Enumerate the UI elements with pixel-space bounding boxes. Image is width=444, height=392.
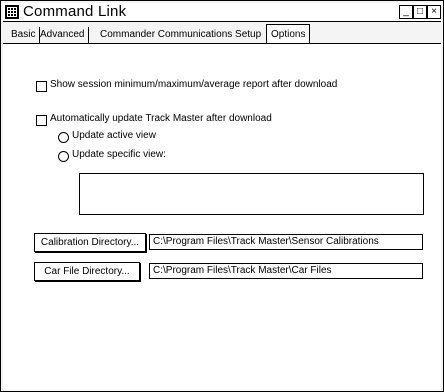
auto-update-label[interactable]: Automatically update Track Master after … — [50, 113, 272, 124]
app-icon — [5, 5, 19, 19]
title-bar[interactable]: Command Link _ □ × — [3, 3, 441, 22]
calibration-directory-button[interactable]: Calibration Directory... — [34, 233, 146, 252]
tab-advanced[interactable]: Advanced — [36, 27, 90, 43]
update-specific-view-radio[interactable] — [58, 151, 69, 162]
options-panel: Show session minimum/maximum/average rep… — [3, 43, 441, 390]
minimize-button[interactable]: _ — [399, 5, 413, 19]
window-title: Command Link — [23, 3, 127, 20]
show-report-checkbox[interactable] — [36, 81, 47, 92]
update-active-view-label[interactable]: Update active view — [72, 130, 156, 141]
tab-options[interactable]: Options — [266, 24, 311, 44]
auto-update-checkbox[interactable] — [36, 115, 47, 126]
update-active-view-radio[interactable] — [58, 132, 69, 143]
tab-strip: Basic Advanced Commander Communications … — [3, 23, 441, 44]
command-link-window: Command Link _ □ × Basic Advanced Comman… — [0, 0, 444, 392]
close-button[interactable]: × — [427, 5, 441, 19]
car-file-path-field[interactable]: C:\Program Files\Track Master\Car Files — [149, 263, 423, 279]
show-report-label[interactable]: Show session minimum/maximum/average rep… — [50, 79, 337, 90]
maximize-button[interactable]: □ — [413, 5, 427, 19]
update-specific-view-label[interactable]: Update specific view: — [72, 149, 166, 160]
specific-view-list[interactable] — [79, 173, 424, 215]
calibration-path-field[interactable]: C:\Program Files\Track Master\Sensor Cal… — [149, 234, 423, 250]
tab-commander-communications-setup[interactable]: Commander Communications Setup — [96, 27, 265, 43]
car-file-directory-button[interactable]: Car File Directory... — [34, 262, 140, 281]
